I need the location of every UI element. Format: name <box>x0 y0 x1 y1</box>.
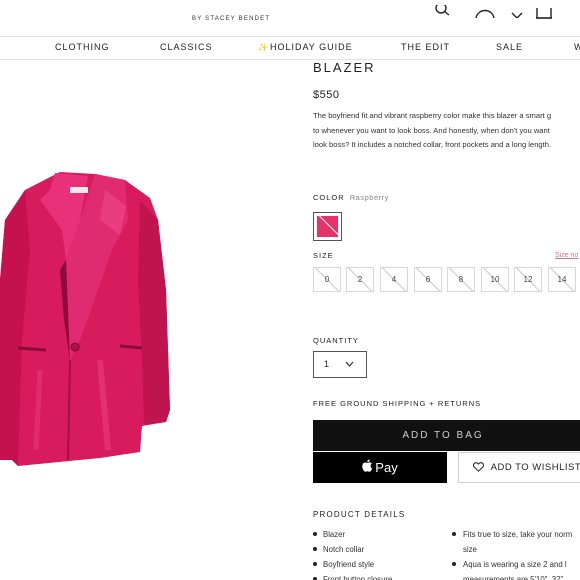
size-value: 0 <box>324 275 330 284</box>
product-title: BLAZER <box>313 60 376 75</box>
nav-item-more[interactable]: W <box>574 42 580 52</box>
sparkle-icon: ✨ <box>258 43 269 52</box>
shopping-bag-icon[interactable] <box>535 4 553 25</box>
nav-item-holiday-guide[interactable]: ✨HOLIDAY GUIDE <box>258 42 353 52</box>
quantity-select[interactable]: 1 <box>313 351 367 378</box>
details-list-right: Fits true to size, take your norm size A… <box>452 527 572 580</box>
description-line: to whenever you want to look boss. And h… <box>313 125 550 135</box>
quantity-value: 1 <box>324 359 330 369</box>
size-value: 2 <box>357 275 363 284</box>
size-option-0[interactable]: 0 <box>313 267 341 292</box>
apple-pay-label: Pay <box>375 460 398 475</box>
size-guide-link[interactable]: Size no <box>555 252 578 259</box>
apple-pay-button[interactable]: Pay <box>313 452 447 483</box>
list-item-continuation: size <box>463 545 477 554</box>
size-option-4[interactable]: 4 <box>380 267 408 292</box>
heart-icon <box>473 462 491 473</box>
list-item: Aqua is wearing a size 2 and l <box>452 557 572 572</box>
size-value: 8 <box>458 275 464 284</box>
size-label: SIZE <box>313 251 334 260</box>
product-details-heading: PRODUCT DETAILS <box>313 510 406 519</box>
nav-item-classics[interactable]: CLASSICS <box>160 42 213 52</box>
size-option-2[interactable]: 2 <box>346 267 374 292</box>
list-item-continuation: measurements are 5'10", 32" <box>463 575 564 580</box>
size-option-6[interactable]: 6 <box>414 267 442 292</box>
quantity-label: QUANTITY <box>313 336 359 345</box>
product-image[interactable] <box>0 160 180 480</box>
list-item: Notch collar <box>313 542 392 557</box>
size-value: 14 <box>557 275 567 284</box>
color-value: Raspberry <box>349 193 389 202</box>
chevron-down-icon[interactable] <box>511 4 523 23</box>
add-to-bag-button[interactable]: ADD TO BAG <box>313 420 580 451</box>
apple-logo-icon <box>362 459 373 477</box>
search-icon[interactable] <box>435 2 453 22</box>
description-line: The boyfriend fit and vibrant raspberry … <box>313 111 552 120</box>
size-value: 12 <box>523 275 533 284</box>
wishlist-label: ADD TO WISHLIST <box>490 462 580 473</box>
list-item: Fits true to size, take your norm <box>452 527 572 542</box>
shipping-note: FREE GROUND SHIPPING + RETURNS <box>313 399 482 408</box>
description-line: look boss? It includes a notched collar,… <box>313 140 552 149</box>
size-option-12[interactable]: 12 <box>514 267 542 292</box>
size-option-10[interactable]: 10 <box>481 267 509 292</box>
list-item: Blazer <box>313 527 392 542</box>
nav-item-the-edit[interactable]: THE EDIT <box>401 42 450 52</box>
size-value: 10 <box>490 275 500 284</box>
size-option-8[interactable]: 8 <box>447 267 475 292</box>
list-item: Front button closure <box>313 572 392 580</box>
product-price: $550 <box>313 89 340 101</box>
color-swatch-raspberry[interactable] <box>313 212 342 241</box>
brand-tagline: BY STACEY BENDET <box>192 16 271 22</box>
swatch-fill <box>317 216 338 237</box>
product-description: The boyfriend fit and vibrant raspberry … <box>313 109 580 153</box>
chevron-down-icon <box>345 352 354 387</box>
size-value: 4 <box>391 275 397 284</box>
color-label: COLOR <box>313 193 345 202</box>
add-to-wishlist-button[interactable]: ADD TO WISHLIST <box>458 452 580 483</box>
size-value: 6 <box>425 275 431 284</box>
nav-item-clothing[interactable]: CLOTHING <box>55 42 110 52</box>
details-list-left: Blazer Notch collar Boyfriend style Fron… <box>313 527 392 580</box>
size-option-14[interactable]: 14 <box>548 267 576 292</box>
nav-item-sale[interactable]: SALE <box>496 42 523 52</box>
main-nav: CLOTHING CLASSICS ✨HOLIDAY GUIDE THE EDI… <box>0 36 580 60</box>
list-item: Boyfriend style <box>313 557 392 572</box>
account-icon[interactable] <box>475 4 495 23</box>
color-row: COLOR Raspberry <box>313 193 389 202</box>
nav-item-label: HOLIDAY GUIDE <box>269 42 353 52</box>
